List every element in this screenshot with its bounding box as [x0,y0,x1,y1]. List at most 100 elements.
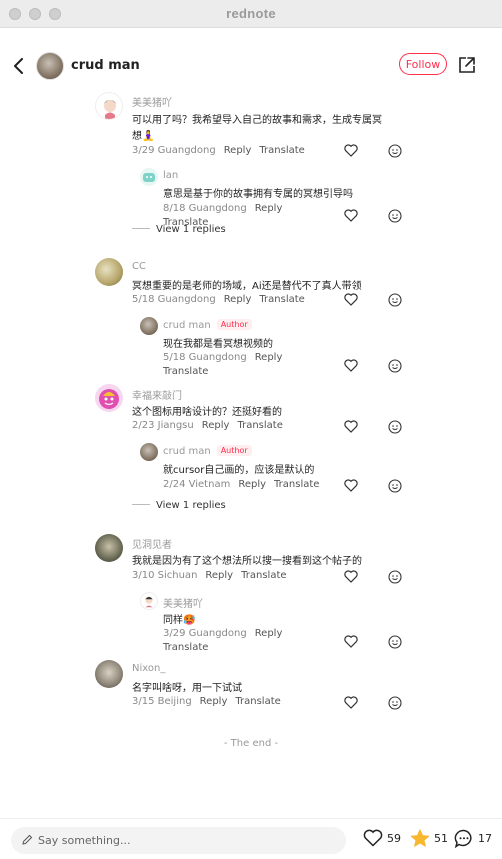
translate-button[interactable]: Translate [259,145,304,156]
follow-button[interactable]: Follow [399,53,447,75]
translate-button[interactable]: Translate [237,420,282,431]
comment-input-placeholder: Say something... [38,834,131,847]
reply-date: 2/24 Vietnam [163,479,231,490]
comment-text: 名字叫啥呀，用一下试试 [132,683,242,694]
heart-icon [363,829,383,847]
comment-date: 3/10 Sichuan [132,570,198,581]
author-badge: Author [216,319,252,330]
reply-button[interactable]: Reply [224,145,252,156]
reply-text: 就cursor自己画的，应该是默认的 [163,465,315,476]
comment-meta: 2/23 Jiangsu Reply Translate [132,420,283,431]
user-avatar[interactable] [95,258,123,286]
comment-text: 冥想重要的是老师的场域，Ai还是替代不了真人带领 [132,281,362,292]
window-titlebar: rednote [0,0,502,28]
reply-username[interactable]: 美美猪吖 [163,595,203,610]
favorite-count: 51 [434,832,448,845]
translate-button[interactable]: Translate [241,570,286,581]
like-icon[interactable] [344,209,358,222]
reply-meta: 8/18 Guangdong Reply [163,203,282,214]
comment-username[interactable]: Nixon_ [132,663,165,674]
reply-text: 现在我都是看冥想视频的 [163,339,273,350]
bottom-bar: Say something... 59 51 17 [0,818,502,859]
user-avatar[interactable] [95,534,123,562]
reply-text: 同样🥵 [163,615,196,626]
comment-date: 2/23 Jiangsu [132,420,194,431]
view-replies-link[interactable]: View 1 replies [132,500,226,511]
reply-button[interactable]: Reply [200,696,228,707]
comment-text-line2: 想🧘‍♀️ [132,131,155,142]
reply-button[interactable]: Reply [255,628,283,639]
emoji-react-icon[interactable] [388,420,402,434]
emoji-react-icon[interactable] [388,479,402,493]
reply-username[interactable]: crud man Author [163,445,252,457]
reply-button[interactable]: Reply [255,203,283,214]
reply-meta: 5/18 Guangdong Reply [163,352,282,363]
comment-username[interactable]: 幸福来敲门 [132,387,182,402]
user-avatar[interactable] [95,92,123,120]
emoji-react-icon[interactable] [388,635,402,649]
translate-button[interactable]: Translate [259,294,304,305]
reply-text: 意思是基于你的故事拥有专属的冥想引导吗 [163,189,353,200]
author-avatar[interactable] [36,52,64,80]
author-badge: Author [216,445,252,456]
view-replies-link[interactable]: View 1 replies [132,224,226,235]
comment-bubble-icon [454,829,472,848]
reply-username[interactable]: lan [163,170,178,181]
window-title: rednote [226,6,276,21]
comment-username[interactable]: CC [132,261,146,272]
translate-button[interactable]: Translate [274,479,319,490]
reply-user-avatar[interactable] [140,592,158,610]
comment-input[interactable]: Say something... [11,827,346,854]
reply-button[interactable]: Reply [238,479,266,490]
reply-date: 8/18 Guangdong [163,203,247,214]
comment-count-button[interactable]: 17 [454,829,492,848]
reply-date: 3/29 Guangdong [163,628,247,639]
like-icon[interactable] [344,696,358,709]
like-icon[interactable] [344,635,358,648]
emoji-react-icon[interactable] [388,359,402,373]
reply-user-avatar[interactable] [140,317,158,335]
comment-username[interactable]: 见洞见者 [132,536,172,551]
emoji-react-icon[interactable] [388,570,402,584]
user-avatar[interactable] [95,660,123,688]
reply-date: 5/18 Guangdong [163,352,247,363]
comment-meta: 3/15 Beijing Reply Translate [132,696,281,707]
comment-username[interactable]: 美美猪吖 [132,94,172,109]
reply-meta: 2/24 Vietnam Reply Translate [163,479,319,490]
translate-button[interactable]: Translate [235,696,280,707]
emoji-react-icon[interactable] [388,144,402,158]
back-arrow-icon[interactable] [12,58,26,74]
reply-button[interactable]: Reply [205,570,233,581]
like-icon[interactable] [344,570,358,583]
reply-button[interactable]: Reply [202,420,230,431]
comment-meta: 3/29 Guangdong Reply Translate [132,145,305,156]
like-icon[interactable] [344,420,358,433]
favorite-count-button[interactable]: 51 [410,829,448,848]
comment-count: 17 [478,832,492,845]
reply-user-avatar[interactable] [140,168,158,186]
emoji-react-icon[interactable] [388,293,402,307]
reply-meta: 3/29 Guangdong Reply [163,628,282,639]
comment-date: 5/18 Guangdong [132,294,216,305]
share-icon[interactable] [458,56,476,74]
like-icon[interactable] [344,359,358,372]
emoji-react-icon[interactable] [388,209,402,223]
reply-button[interactable]: Reply [255,352,283,363]
reply-button[interactable]: Reply [224,294,252,305]
emoji-react-icon[interactable] [388,696,402,710]
user-avatar[interactable] [95,384,123,412]
comment-text: 我就是因为有了这个想法所以搜一搜看到这个帖子的 [132,556,362,567]
like-count: 59 [387,831,401,845]
translate-button[interactable]: Translate [163,366,208,377]
pencil-icon [22,834,33,845]
reply-user-avatar[interactable] [140,443,158,461]
author-name[interactable]: crud man [71,58,140,73]
post-header: crud man Follow [0,28,502,104]
like-icon[interactable] [344,144,358,157]
like-count-button[interactable]: 59 [363,829,401,847]
reply-username[interactable]: crud man Author [163,319,252,331]
like-icon[interactable] [344,293,358,306]
like-icon[interactable] [344,479,358,492]
translate-button[interactable]: Translate [163,642,208,653]
star-icon [410,829,430,847]
